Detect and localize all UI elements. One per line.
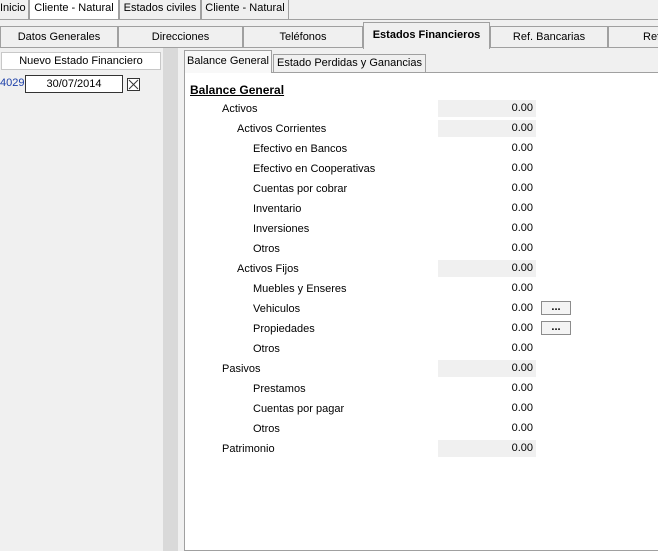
tab-estados-financieros[interactable]: Estados Financieros [363,22,490,49]
tab-telefonos[interactable]: Teléfonos [243,26,363,48]
row-value[interactable]: 0.00 [438,160,536,177]
row-value[interactable]: 0.00 [438,240,536,257]
row-label: Cuentas por cobrar [253,183,348,195]
row-patrimonio: Patrimonio 0.00 [185,439,658,459]
tab-direcciones[interactable]: Direcciones [118,26,243,48]
row-activos: Activos 0.00 [185,99,658,119]
row-label: Activos Fijos [237,263,299,275]
row-propiedades: Propiedades 0.00 ... [185,319,658,339]
top-tab-inicio[interactable]: Inicio [0,0,29,19]
row-value[interactable]: 0.00 [438,440,536,457]
top-tab-bar: Inicio Cliente - Natural Estados civiles… [0,0,658,20]
financial-statements-list: Nuevo Estado Financiero 4029 30/07/2014 [0,48,163,551]
tab-balance-general[interactable]: Balance General [184,50,272,73]
section-tab-bar: Datos Generales Direcciones Teléfonos Es… [0,22,658,49]
row-label: Propiedades [253,323,315,335]
tab-datos-generales[interactable]: Datos Generales [0,26,118,48]
row-otros-fijos: Otros 0.00 [185,339,658,359]
row-label: Inventario [253,203,302,215]
row-efectivo-cooperativas: Efectivo en Cooperativas 0.00 [185,159,658,179]
row-value[interactable]: 0.00 [438,180,536,197]
record-date-field[interactable]: 30/07/2014 [25,75,123,93]
row-value[interactable]: 0.00 [438,140,536,157]
row-label: Patrimonio [222,443,275,455]
balance-general-title: Balance General [190,83,285,97]
row-value[interactable]: 0.00 [438,100,536,117]
row-value[interactable]: 0.00 [438,200,536,217]
row-vehiculos: Vehiculos 0.00 ... [185,299,658,319]
row-label: Activos [222,103,258,115]
row-activos-fijos: Activos Fijos 0.00 [185,259,658,279]
row-label: Otros [253,343,280,355]
row-otros-corrientes: Otros 0.00 [185,239,658,259]
row-value[interactable]: 0.00 [438,120,536,137]
row-label: Cuentas por pagar [253,403,345,415]
row-otros-pasivos: Otros 0.00 [185,419,658,439]
row-value[interactable]: 0.00 [438,300,536,317]
row-activos-corrientes: Activos Corrientes 0.00 [185,119,658,139]
row-pasivos: Pasivos 0.00 [185,359,658,379]
row-value[interactable]: 0.00 [438,360,536,377]
row-value[interactable]: 0.00 [438,420,536,437]
row-label: Vehiculos [253,303,301,315]
top-tab-estados-civiles[interactable]: Estados civiles [119,0,201,19]
new-financial-statement-button[interactable]: Nuevo Estado Financiero [1,52,161,70]
row-label: Otros [253,423,280,435]
row-value[interactable]: 0.00 [438,340,536,357]
record-id: 4029 [0,77,25,89]
row-inversiones: Inversiones 0.00 [185,219,658,239]
tab-ref-truncated[interactable]: Ref [608,26,658,48]
row-value[interactable]: 0.00 [438,260,536,277]
financial-statement-detail: Balance General Estado Perdidas y Gananc… [184,48,658,551]
delete-x-icon[interactable] [127,78,140,91]
tab-estado-perdidas-ganancias[interactable]: Estado Perdidas y Ganancias [273,54,426,72]
top-tab-cliente-natural-2[interactable]: Cliente - Natural [201,0,289,19]
row-label: Prestamos [253,383,306,395]
row-label: Activos Corrientes [237,123,327,135]
top-tab-divider [0,19,658,20]
row-efectivo-bancos: Efectivo en Bancos 0.00 [185,139,658,159]
row-inventario: Inventario 0.00 [185,199,658,219]
balance-general-panel: Balance General Activos 0.00 Activos Cor… [184,72,658,551]
row-value[interactable]: 0.00 [438,380,536,397]
row-value[interactable]: 0.00 [438,220,536,237]
row-value[interactable]: 0.00 [438,400,536,417]
propiedades-detail-button[interactable]: ... [541,321,571,335]
row-label: Pasivos [222,363,261,375]
top-tab-cliente-natural[interactable]: Cliente - Natural [29,0,119,20]
tab-ref-bancarias[interactable]: Ref. Bancarias [490,26,608,48]
row-muebles-enseres: Muebles y Enseres 0.00 [185,279,658,299]
row-label: Efectivo en Cooperativas [253,163,376,175]
splitter-bar[interactable] [163,48,178,551]
row-label: Efectivo en Bancos [253,143,348,155]
row-cuentas-cobrar: Cuentas por cobrar 0.00 [185,179,658,199]
row-cuentas-pagar: Cuentas por pagar 0.00 [185,399,658,419]
row-label: Otros [253,243,280,255]
row-value[interactable]: 0.00 [438,320,536,337]
row-label: Muebles y Enseres [253,283,347,295]
row-value[interactable]: 0.00 [438,280,536,297]
row-label: Inversiones [253,223,310,235]
vehiculos-detail-button[interactable]: ... [541,301,571,315]
row-prestamos: Prestamos 0.00 [185,379,658,399]
